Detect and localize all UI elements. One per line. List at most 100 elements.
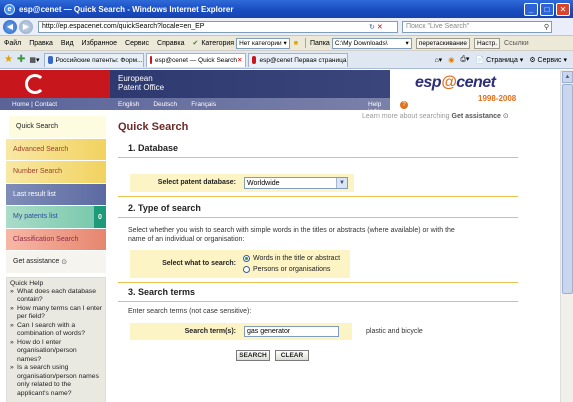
sidebar-item-number-search[interactable]: Number Search	[6, 161, 106, 184]
brand-at: @	[441, 74, 457, 91]
tab-label: esp@cenet — Quick Search	[154, 56, 238, 64]
page-menu[interactable]: 📄 Страница ▾	[475, 56, 523, 64]
section-terms-heading: 3. Search terms	[128, 287, 196, 297]
sidebar-item-my-patents-list[interactable]: My patents list 0	[6, 206, 106, 229]
folder-label: Папка	[309, 39, 330, 47]
lang-francais[interactable]: Français	[191, 101, 216, 108]
vertical-scrollbar[interactable]: ▲	[560, 70, 573, 402]
tab-quick-search[interactable]: esp@cenet — Quick Search ✕	[145, 52, 246, 67]
category-select[interactable]: Нет категории ▾	[236, 37, 290, 49]
sidebar-item-classification-search[interactable]: Classification Search	[6, 228, 106, 251]
quick-help-link[interactable]: Is a search using organisation/person na…	[17, 364, 102, 398]
close-tab-icon[interactable]: ✕	[237, 56, 242, 64]
back-button[interactable]: ◀	[3, 19, 17, 34]
tab-espacenet-home[interactable]: esp@cenet Первая страница	[247, 52, 348, 67]
sidebar-item-get-assistance[interactable]: Get assistance ⊙	[6, 251, 106, 274]
refresh-icon[interactable]: ↻	[369, 23, 375, 31]
chevron-down-icon[interactable]: ▼	[336, 178, 347, 188]
epo-name-line1: European	[118, 74, 153, 83]
radio-persons-organisations[interactable]: Persons or organisations	[240, 264, 350, 275]
maximize-button[interactable]: □	[540, 2, 554, 16]
divider	[118, 282, 518, 283]
tools-menu[interactable]: ⚙ Сервис ▾	[529, 56, 567, 64]
espacenet-years: 1998-2008	[478, 94, 517, 103]
lang-deutsch[interactable]: Deutsch	[153, 101, 177, 108]
menu-file[interactable]: Файл	[4, 40, 21, 47]
radio-words-title-abstract[interactable]: Words in the title or abstract	[240, 253, 350, 264]
home-icon[interactable]: ⌂▾	[434, 56, 442, 64]
search-terms-input[interactable]: gas generator	[244, 326, 339, 337]
quick-help-link[interactable]: What does each database contain?	[17, 288, 102, 305]
tab-label: Российские патенты: Форм...	[55, 56, 143, 64]
menu-favorites[interactable]: Избранное	[82, 40, 117, 47]
main-content: Quick Search 1. Database Select patent d…	[118, 118, 518, 361]
epo-name-line2: Patent Office	[118, 83, 165, 92]
scroll-up-icon[interactable]: ▲	[562, 71, 573, 83]
menu-tools[interactable]: Сервис	[125, 40, 149, 47]
add-favorite-icon[interactable]: ✚	[17, 54, 25, 65]
print-icon[interactable]: ⎙▾	[460, 55, 469, 64]
feeds-icon[interactable]: ◉	[448, 56, 454, 64]
sidebar: Quick Search Advanced Search Number Sear…	[6, 116, 106, 402]
database-select[interactable]: Worldwide ▼	[244, 177, 348, 189]
radio-unselected-icon[interactable]	[243, 266, 250, 273]
sidebar-item-label: Advanced Search	[13, 145, 69, 153]
menu-edit[interactable]: Правка	[29, 40, 53, 47]
database-field: Worldwide ▼	[240, 174, 354, 192]
forward-button[interactable]: ▶	[19, 19, 33, 34]
divider	[118, 196, 518, 197]
drag-button[interactable]: перетаскивание	[415, 37, 471, 49]
sidebar-item-label: Number Search	[13, 168, 63, 176]
sidebar-item-last-result-list[interactable]: Last result list	[6, 183, 106, 206]
terms-description: Enter search terms (not case sensitive):	[128, 308, 252, 315]
quick-help-link[interactable]: How many terms can I enter per field?	[17, 305, 102, 322]
quick-help-item[interactable]: » Is a search using organisation/person n…	[10, 364, 102, 398]
search-type-row: Select what to search: Words in the titl…	[130, 250, 518, 278]
url-input[interactable]: http://ep.espacenet.com/quickSearch?loca…	[38, 20, 398, 33]
quick-help-item[interactable]: » What does each database contain?	[10, 288, 102, 305]
lang-english[interactable]: English	[118, 101, 139, 108]
links-label[interactable]: Ссылки	[504, 40, 529, 47]
menu-bar: Файл Правка Вид Избранное Сервис Справка…	[0, 36, 573, 51]
stop-icon[interactable]: ✕	[377, 23, 383, 31]
menu-view[interactable]: Вид	[61, 40, 74, 47]
sidebar-item-label: My patents list	[13, 213, 58, 221]
folder-icon[interactable]: ■	[294, 40, 298, 47]
scrollbar-thumb[interactable]	[562, 84, 573, 294]
type-description: Select whether you wish to search with s…	[128, 227, 455, 243]
minimize-button[interactable]: _	[524, 2, 538, 16]
assistance-icon: ⊙	[61, 258, 68, 266]
quick-help-link[interactable]: How do I enter organisation/person names…	[17, 339, 102, 365]
close-button[interactable]: ✕	[556, 2, 570, 16]
search-icon[interactable]: ⚲	[544, 23, 549, 31]
quick-help-item[interactable]: » How many terms can I enter per field?	[10, 305, 102, 322]
tab-list-icon[interactable]: ▦▾	[29, 56, 39, 64]
ie-logo-icon: e	[4, 3, 15, 15]
favorites-star-icon[interactable]: ★	[4, 54, 13, 65]
settings-button[interactable]: Настр.	[474, 37, 501, 49]
radio-selected-icon[interactable]	[243, 255, 250, 262]
address-bar: ◀ ▶ http://ep.espacenet.com/quickSearch?…	[0, 18, 573, 36]
quick-help-link[interactable]: Can I search with a combination of words…	[17, 322, 102, 339]
menu-help[interactable]: Справка	[157, 40, 184, 47]
database-row: Select patent database: Worldwide ▼	[130, 174, 518, 192]
home-contact-link[interactable]: Home | Contact	[12, 101, 57, 108]
tab-icon	[251, 56, 257, 64]
folder-select[interactable]: C:\My Downloads\ ▾	[331, 37, 412, 49]
checkmark-icon[interactable]: ✔	[192, 39, 198, 47]
section-type-heading: 2. Type of search	[128, 203, 201, 213]
bullet-icon: »	[10, 338, 14, 346]
tab-russian-patents[interactable]: Российские патенты: Форм...	[43, 52, 144, 67]
bullet-icon: »	[10, 321, 14, 329]
search-button[interactable]: SEARCH	[236, 350, 270, 361]
section-database-heading: 1. Database	[128, 143, 179, 153]
clear-button[interactable]: CLEAR	[275, 350, 309, 361]
sidebar-item-advanced-search[interactable]: Advanced Search	[6, 138, 106, 161]
quick-help-item[interactable]: » How do I enter organisation/person name…	[10, 339, 102, 365]
quick-help-item[interactable]: » Can I search with a combination of word…	[10, 322, 102, 339]
live-search-input[interactable]: Поиск "Live Search" ⚲	[402, 20, 552, 33]
sidebar-item-label: Classification Search	[13, 235, 79, 243]
sidebar-item-quick-search[interactable]: Quick Search	[6, 116, 106, 139]
help-icon[interactable]: ?	[400, 101, 408, 109]
quick-help-title: Quick Help	[10, 279, 44, 287]
